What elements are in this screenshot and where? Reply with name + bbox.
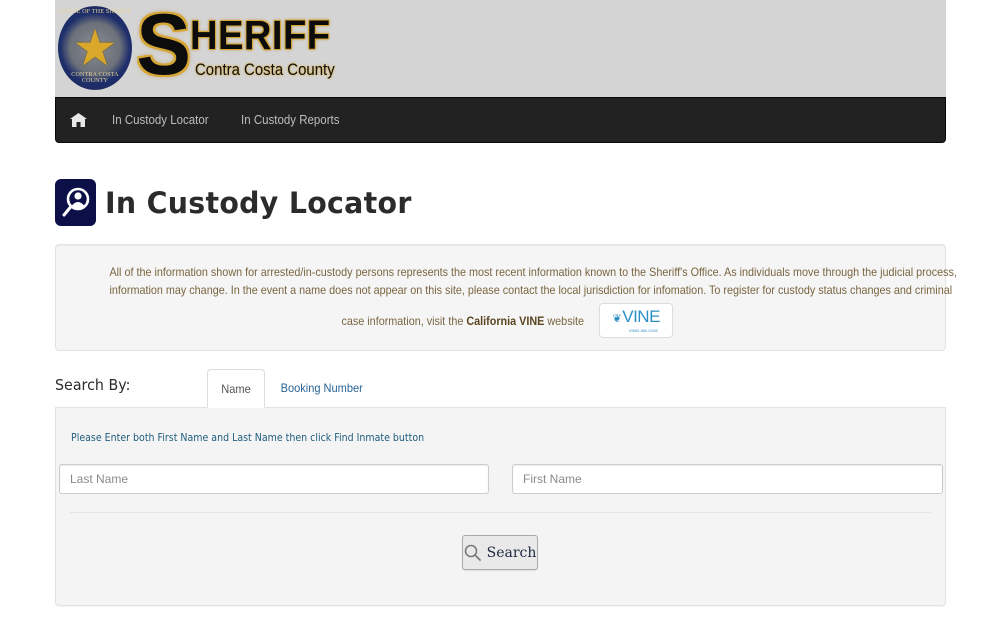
tab-booking-number[interactable]: Booking Number <box>265 369 378 407</box>
nav-link-in-custody-reports[interactable]: In Custody Reports <box>230 98 351 142</box>
search-instructions: Please Enter both First Name and Last Na… <box>71 432 425 444</box>
form-divider <box>70 512 931 513</box>
search-by-label: Search By: <box>55 376 131 394</box>
last-name-input[interactable] <box>59 464 489 494</box>
vine-logo-text: VINE <box>622 307 660 326</box>
vine-suffix: website <box>547 313 584 328</box>
logo-subtitle: Contra Costa County <box>195 60 335 79</box>
custody-info-notice: All of the information shown for arreste… <box>55 244 957 351</box>
info-line-1: All of the information shown for arreste… <box>109 265 957 279</box>
vine-logo-wordmark: ❦VINE <box>612 307 661 328</box>
first-name-input[interactable] <box>512 464 943 494</box>
logo-wordmark: HERIFF <box>190 12 331 58</box>
tab-name-label: Name <box>221 382 251 396</box>
nav-home-link[interactable] <box>56 98 101 142</box>
sheriff-star-icon: ★ <box>72 20 118 76</box>
tab-name[interactable]: Name <box>207 369 266 408</box>
vine-text: case information, visit the California V… <box>341 312 584 330</box>
search-button-label: Search <box>486 544 537 561</box>
search-tabs: Name Booking Number <box>207 369 378 408</box>
page-title-row: In Custody Locator <box>55 179 418 226</box>
vine-leaf-icon: ❦ <box>612 313 622 325</box>
tab-booking-number-label: Booking Number <box>280 381 363 395</box>
logo-big-letter: S <box>136 0 191 93</box>
main-navbar: In Custody Locator In Custody Reports <box>55 97 946 143</box>
name-search-panel: Please Enter both First Name and Last Na… <box>55 407 946 606</box>
sheriff-seal-logo: OFFICE OF THE SHERIFF ★ CONTRA COSTA COU… <box>58 6 132 90</box>
nav-link-in-custody-locator[interactable]: In Custody Locator <box>101 98 220 142</box>
vine-logo-link[interactable]: ❦VINE VINELINK.COM <box>599 303 674 338</box>
home-icon <box>70 113 87 127</box>
search-button[interactable]: Search <box>462 535 538 570</box>
info-line-2: information may change. In the event a n… <box>109 283 953 297</box>
seal-bottom-text: CONTRA COSTA COUNTY <box>71 72 119 84</box>
magnifier-icon <box>464 544 481 561</box>
header-banner: OFFICE OF THE SHERIFF ★ CONTRA COSTA COU… <box>55 0 946 97</box>
seal-top-text: OFFICE OF THE SHERIFF <box>58 9 132 15</box>
person-search-icon <box>55 179 96 226</box>
vine-line: case information, visit the California V… <box>66 303 935 338</box>
page-title: In Custody Locator <box>105 185 412 220</box>
vine-prefix: case information, visit the <box>341 313 464 328</box>
california-vine-link[interactable]: California VINE <box>466 314 544 328</box>
vine-logo-subtext: VINELINK.COM <box>628 328 658 333</box>
